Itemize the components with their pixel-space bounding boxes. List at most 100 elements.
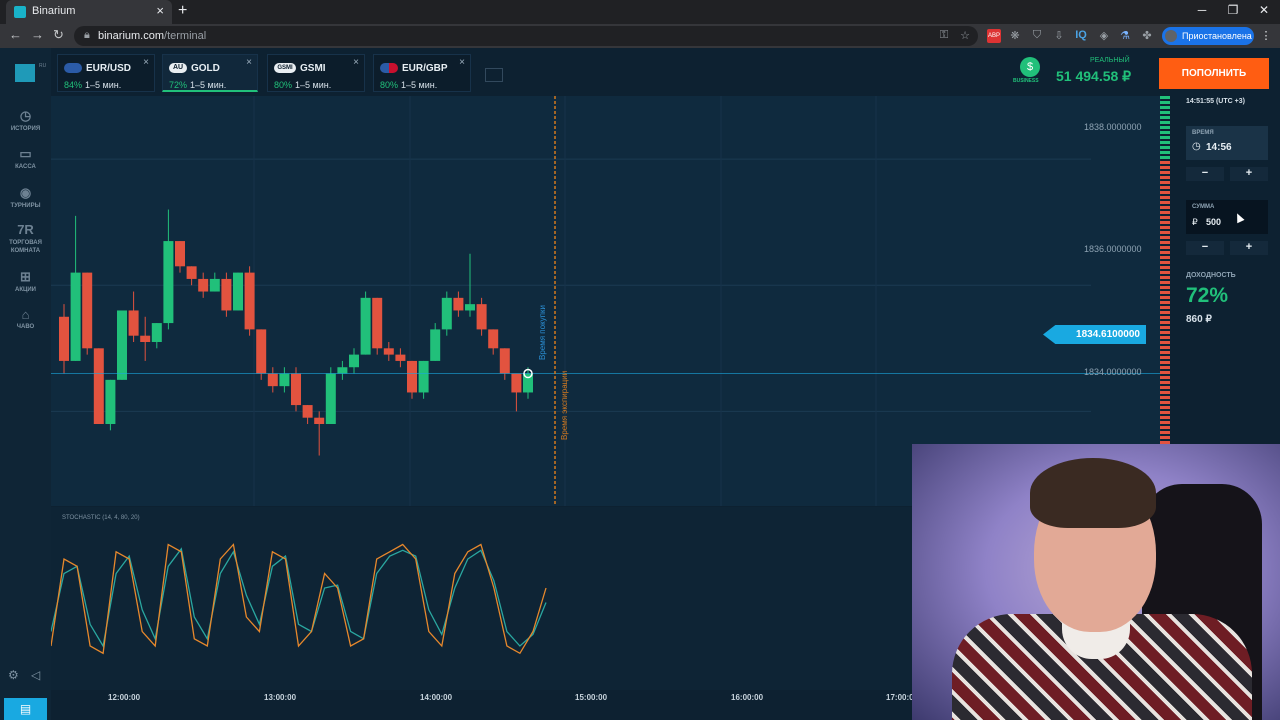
expiry-time-value: 14:56 <box>1206 142 1232 153</box>
candle <box>209 278 220 292</box>
candle <box>407 360 417 393</box>
scale-tick <box>1160 116 1170 119</box>
scale-tick <box>1160 161 1170 164</box>
asset-name: GSMI <box>300 63 326 74</box>
speaker-icon[interactable]: ◁ <box>31 668 40 682</box>
scale-tick <box>1160 186 1170 189</box>
extension-iq-icon[interactable]: IQ <box>1074 29 1088 43</box>
layout-grid-icon[interactable] <box>485 68 503 82</box>
scale-tick <box>1160 301 1170 304</box>
scale-tick <box>1160 306 1170 309</box>
expiry-time-label: Время экспирации <box>560 370 569 440</box>
scale-tick <box>1160 196 1170 199</box>
scale-tick <box>1160 421 1170 424</box>
amount-decrease-button[interactable]: − <box>1186 241 1224 255</box>
back-icon[interactable]: ← <box>9 27 22 42</box>
scale-tick <box>1160 396 1170 399</box>
scale-tick <box>1160 201 1170 204</box>
time-increase-button[interactable]: + <box>1230 167 1268 181</box>
scale-tick <box>1160 316 1170 319</box>
close-tab-icon[interactable]: × <box>156 3 164 18</box>
deposit-button[interactable]: ПОПОЛНИТЬ <box>1159 58 1269 89</box>
candle <box>302 405 313 418</box>
extension-icon[interactable]: ❋ <box>1008 29 1022 43</box>
browser-tab[interactable]: Binarium × <box>6 0 172 24</box>
star-icon[interactable]: ☆ <box>958 29 972 43</box>
key-icon[interactable]: ⚿ <box>937 29 951 43</box>
browser-titlebar <box>0 0 1280 24</box>
expiry-time-field[interactable]: ВРЕМЯ ◷ 14:56 <box>1186 126 1268 160</box>
candle <box>140 335 151 342</box>
candle <box>291 373 301 406</box>
address-bar[interactable]: 🔒︎ binarium.com/terminal <box>74 26 978 46</box>
restore-icon[interactable]: ❐ <box>1218 3 1248 17</box>
candle <box>186 266 197 279</box>
asset-badge: AU <box>169 63 187 73</box>
sidebar-item-promotions[interactable]: ⊞ АКЦИИ <box>0 269 51 293</box>
minimize-icon[interactable]: ─ <box>1187 3 1217 17</box>
candle <box>221 278 232 311</box>
chat-icon: ▤ <box>19 702 32 716</box>
candle <box>175 241 185 267</box>
candle <box>151 323 162 342</box>
profile-button[interactable]: Приостановлена <box>1162 27 1254 45</box>
sidebar-item-cashier[interactable]: ▭ КАССА <box>0 146 51 170</box>
url-path: /terminal <box>164 30 207 42</box>
account-type-select[interactable]: РЕАЛЬНЫЙ <box>1090 57 1130 64</box>
asset-tab-eurusd[interactable]: EUR/USD × 84% 1–5 мин. <box>57 54 155 92</box>
binarium-logo[interactable]: RU <box>15 63 46 82</box>
scale-tick <box>1160 386 1170 389</box>
new-tab-icon[interactable]: + <box>178 2 187 20</box>
close-window-icon[interactable]: ✕ <box>1249 3 1279 17</box>
asset-tab-gsmi[interactable]: GSMI GSMI × 80% 1–5 мин. <box>267 54 365 92</box>
scale-tick <box>1160 156 1170 159</box>
sidebar-item-history[interactable]: ◷ ИСТОРИЯ <box>0 108 51 132</box>
extension-abp-icon[interactable]: ABP <box>987 29 1001 43</box>
scale-tick <box>1160 211 1170 214</box>
reload-icon[interactable]: ↻ <box>53 27 64 43</box>
candle <box>418 360 429 393</box>
scale-tick <box>1160 341 1170 344</box>
extensions-puzzle-icon[interactable]: ✤ <box>1140 29 1154 43</box>
sidebar-item-trading-room[interactable]: 7R ТОРГОВАЯ КОМНАТА <box>0 223 51 255</box>
time-decrease-button[interactable]: − <box>1186 167 1224 181</box>
forward-icon[interactable]: → <box>31 27 44 42</box>
scale-tick <box>1160 266 1170 269</box>
candle <box>233 272 243 311</box>
amount-increase-button[interactable]: + <box>1230 241 1268 255</box>
chat-button[interactable]: ▤ <box>4 698 47 720</box>
scale-tick <box>1160 346 1170 349</box>
amount-field[interactable]: СУММА ₽ 500 <box>1186 200 1268 234</box>
time-axis-label: 15:00:00 <box>575 693 608 702</box>
history-icon: ◷ <box>19 108 32 123</box>
tab-title: Binarium <box>32 5 76 17</box>
scale-tick <box>1160 216 1170 219</box>
price-tick-label: 1838.0000000 <box>1084 122 1142 132</box>
close-icon[interactable]: × <box>246 57 252 68</box>
candle <box>314 417 325 424</box>
scale-tick <box>1160 251 1170 254</box>
close-icon[interactable]: × <box>143 57 149 68</box>
candle <box>453 297 464 311</box>
gear-icon[interactable]: ⚙ <box>8 668 19 682</box>
profile-label: Приостановлена <box>1182 31 1252 41</box>
sidebar-item-tournaments[interactable]: ◉ ТУРНИРЫ <box>0 185 51 209</box>
time-axis-label: 16:00:00 <box>731 693 764 702</box>
extension-badge-icon[interactable]: ◈ <box>1097 29 1111 43</box>
asset-tab-gold[interactable]: AU GOLD × 72% 1–5 мин. <box>162 54 258 92</box>
scale-tick <box>1160 406 1170 409</box>
extension-flask-icon[interactable]: ⚗ <box>1118 29 1132 43</box>
menu-icon[interactable]: ⋮ <box>1259 29 1273 43</box>
close-icon[interactable]: × <box>353 57 359 68</box>
extension-shield-icon[interactable]: ⛉ <box>1030 29 1044 43</box>
close-icon[interactable]: × <box>459 57 465 68</box>
asset-duration: 1–5 мин. <box>401 80 438 90</box>
scale-tick <box>1160 141 1170 144</box>
sidebar-item-faq[interactable]: ⌂ ЧАВО <box>0 307 51 330</box>
extension-download-icon[interactable]: ⇩ <box>1052 29 1066 43</box>
candle <box>372 297 383 349</box>
asset-payout: 80% <box>380 80 399 90</box>
business-status-icon[interactable]: $ <box>1020 57 1040 77</box>
asset-tab-eurgbp[interactable]: EUR/GBP × 80% 1–5 мин. <box>373 54 471 92</box>
scale-tick <box>1160 281 1170 284</box>
